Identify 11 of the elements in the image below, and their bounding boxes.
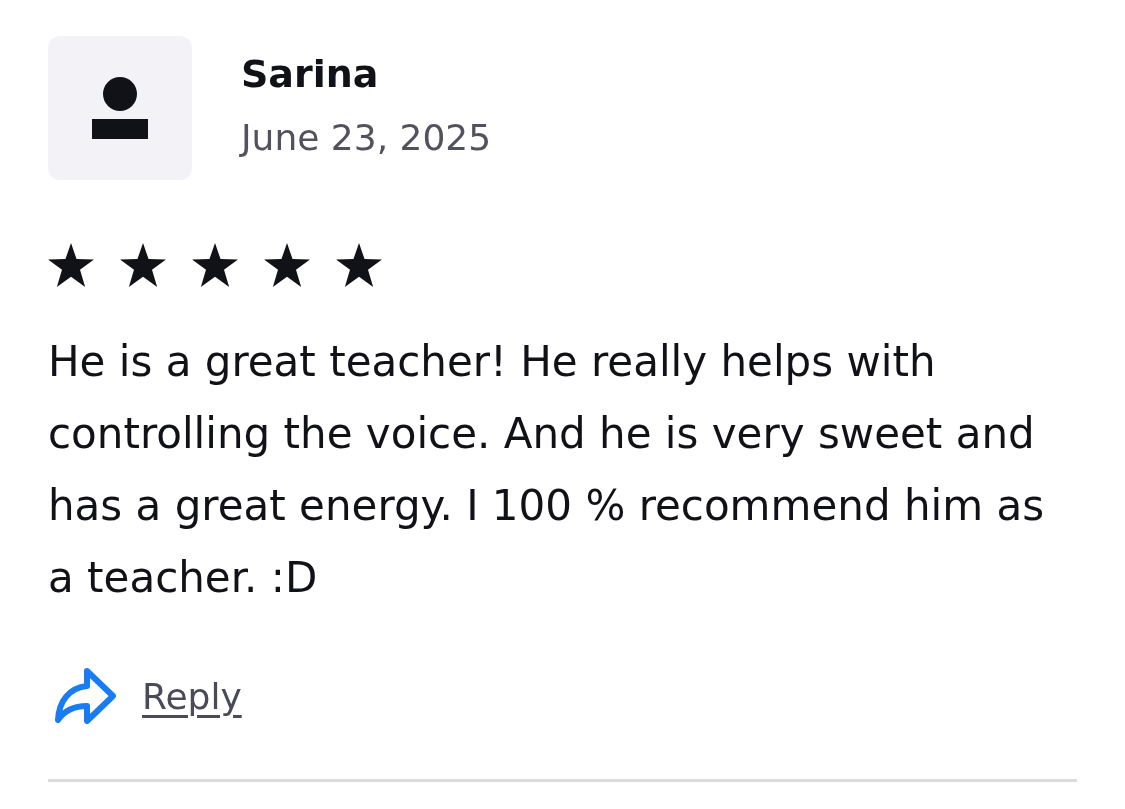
reply-link[interactable]: Reply [142, 675, 242, 717]
reply-arrow-icon[interactable] [54, 668, 116, 724]
star-icon [336, 243, 382, 287]
star-icon [192, 243, 238, 287]
review-text: He is a great teacher! He really helps with controlling the voice. And he is very sweet and has a great energy. I 100 % recommend him as a teacher. :D [48, 336, 1046, 604]
person-icon [92, 77, 148, 139]
star-icon [120, 243, 166, 287]
author-name: Sarina [241, 51, 380, 98]
review-date: June 23, 2025 [241, 116, 492, 160]
star-icon [264, 243, 310, 287]
star-icon [48, 243, 94, 287]
